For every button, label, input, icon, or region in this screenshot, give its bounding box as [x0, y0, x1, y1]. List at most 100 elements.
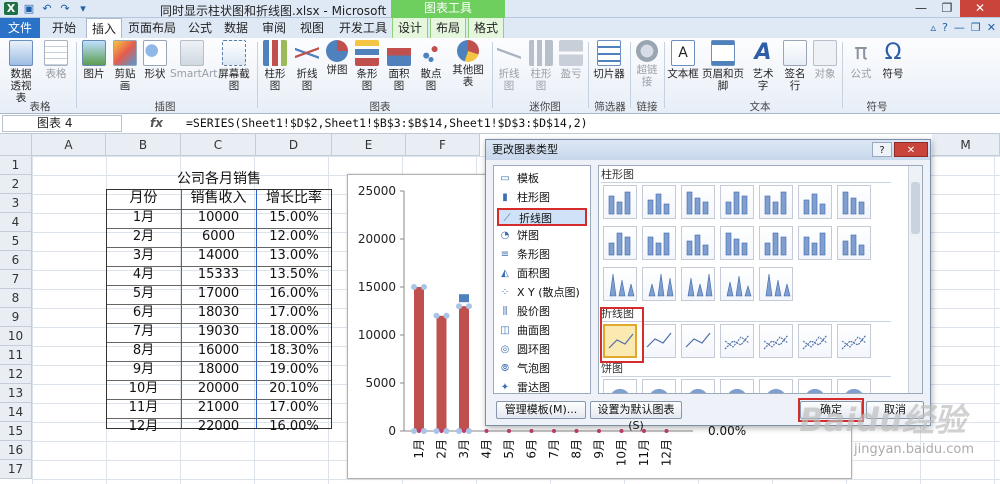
line-point[interactable]: [439, 429, 444, 433]
table-cell[interactable]: 16.00%: [256, 284, 332, 303]
header-footer-button[interactable]: 页眉和页脚: [700, 40, 746, 92]
row-header[interactable]: 10: [0, 327, 32, 346]
row-header[interactable]: 14: [0, 403, 32, 422]
table-cell[interactable]: 2月: [106, 227, 181, 246]
dialog-close-icon[interactable]: ✕: [894, 142, 928, 157]
object-button[interactable]: 对象: [812, 40, 838, 80]
bar-handle[interactable]: [411, 284, 417, 290]
line-subtype-thumbnail[interactable]: [837, 324, 871, 358]
bar-handle[interactable]: [466, 428, 472, 434]
smartart-button[interactable]: SmartArt: [170, 40, 217, 80]
table-cell[interactable]: 18.00%: [256, 322, 332, 341]
set-default-chart-button[interactable]: 设置为默认图表(S): [590, 401, 682, 432]
table-cell[interactable]: 10000: [181, 208, 256, 227]
pie-subtype-thumbnail[interactable]: [603, 379, 637, 393]
table-cell[interactable]: 12.00%: [256, 227, 332, 246]
area-chart-button[interactable]: 面积图: [384, 40, 414, 92]
table-cell[interactable]: 3月: [106, 246, 181, 265]
chart-subtype-thumbnail[interactable]: [603, 185, 637, 219]
bar-handle[interactable]: [433, 428, 440, 434]
chart-category-stock[interactable]: ⫼ 股价图: [497, 303, 587, 321]
table-cell[interactable]: 9月: [106, 360, 181, 379]
row-header[interactable]: 8: [0, 289, 32, 308]
column-header[interactable]: F: [406, 134, 480, 156]
chart-category-doughnut[interactable]: ◎ 圆环图: [497, 341, 587, 359]
column-header[interactable]: E: [332, 134, 406, 156]
chart-category-radar[interactable]: ✦ 雷达图: [497, 379, 587, 397]
chart-category-folder[interactable]: ▭ 模板: [497, 170, 587, 188]
row-header[interactable]: 9: [0, 308, 32, 327]
chart-subtype-thumbnail[interactable]: [681, 226, 715, 260]
table-cell[interactable]: 1月: [106, 208, 181, 227]
tab-formulas[interactable]: 公式: [184, 18, 216, 38]
pie-subtype-thumbnail[interactable]: [681, 379, 715, 393]
line-subtype-thumbnail[interactable]: [798, 324, 832, 358]
chart-subtype-thumbnail[interactable]: [642, 267, 676, 301]
fx-icon[interactable]: fx: [150, 116, 163, 130]
row-header[interactable]: 17: [0, 460, 32, 479]
hyperlink-button[interactable]: 超链接: [632, 40, 662, 88]
gallery-scrollbar-thumb[interactable]: [911, 182, 920, 234]
symbol-button[interactable]: Ω 符号: [878, 40, 908, 80]
table-cell[interactable]: 16.00%: [256, 417, 332, 436]
table-header-cell[interactable]: 增长比率: [256, 189, 332, 208]
tab-developer[interactable]: 开发工具: [336, 18, 390, 38]
pivot-table-button[interactable]: 数据 透视表: [6, 40, 36, 104]
table-cell[interactable]: 16000: [181, 341, 256, 360]
table-cell[interactable]: 20.10%: [256, 379, 332, 398]
line-series-marker[interactable]: [459, 294, 469, 303]
chart-subtype-thumbnail[interactable]: [681, 185, 715, 219]
table-cell[interactable]: 17.00%: [256, 398, 332, 417]
slicer-button[interactable]: 切片器: [590, 40, 628, 80]
table-cell[interactable]: 15.00%: [256, 208, 332, 227]
table-title[interactable]: 公司各月销售: [158, 170, 280, 189]
select-all-corner[interactable]: [0, 134, 32, 156]
table-cell[interactable]: 10月: [106, 379, 181, 398]
workbook-restore-icon[interactable]: ❐: [971, 21, 981, 34]
pie-subtype-thumbnail[interactable]: [642, 379, 676, 393]
line-point[interactable]: [574, 429, 579, 433]
tab-home[interactable]: 开始: [44, 18, 84, 38]
screenshot-button[interactable]: 屏幕截图: [214, 40, 254, 92]
undo-icon[interactable]: ↶: [40, 2, 54, 15]
bar-handle[interactable]: [421, 428, 427, 434]
table-cell[interactable]: 13.00%: [256, 246, 332, 265]
table-cell[interactable]: 21000: [181, 398, 256, 417]
equation-button[interactable]: π 公式: [846, 40, 876, 80]
table-cell[interactable]: 6000: [181, 227, 256, 246]
chart-subtype-thumbnail[interactable]: [603, 226, 637, 260]
sparkline-column-button[interactable]: 柱形图: [526, 40, 556, 92]
chart-subtype-thumbnail[interactable]: [837, 226, 871, 260]
sparkline-winloss-button[interactable]: 盈亏: [558, 40, 584, 80]
table-cell[interactable]: 7月: [106, 322, 181, 341]
line-subtype-thumbnail[interactable]: [759, 324, 793, 358]
line-subtype-thumbnail[interactable]: [720, 324, 754, 358]
chart-category-area[interactable]: ◭ 面积图: [497, 265, 587, 283]
tab-design[interactable]: 设计: [392, 18, 428, 38]
line-chart-button[interactable]: 折线图: [292, 40, 322, 92]
chart-subtype-thumbnail[interactable]: [642, 226, 676, 260]
chart-bar[interactable]: [414, 287, 424, 431]
table-cell[interactable]: 4月: [106, 265, 181, 284]
table-cell[interactable]: 17.00%: [256, 303, 332, 322]
row-header[interactable]: 15: [0, 422, 32, 441]
bar-handle[interactable]: [456, 303, 462, 310]
table-cell[interactable]: 18030: [181, 303, 256, 322]
tab-page-layout[interactable]: 页面布局: [124, 18, 180, 38]
chart-subtype-thumbnail[interactable]: [603, 267, 637, 301]
chart-bar[interactable]: [436, 315, 447, 431]
chart-category-bar[interactable]: ≡ 条形图: [497, 246, 587, 264]
table-cell[interactable]: 13.50%: [256, 265, 332, 284]
picture-button[interactable]: 图片: [80, 40, 108, 80]
chart-category-surface[interactable]: ◫ 曲面图: [497, 322, 587, 340]
sparkline-line-button[interactable]: 折线图: [494, 40, 524, 92]
bar-handle[interactable]: [466, 303, 472, 310]
table-cell[interactable]: 5月: [106, 284, 181, 303]
table-cell[interactable]: 18000: [181, 360, 256, 379]
table-cell[interactable]: 11月: [106, 398, 181, 417]
line-point[interactable]: [664, 429, 669, 433]
line-subtype-thumbnail[interactable]: [642, 324, 676, 358]
chart-subtype-thumbnail[interactable]: [798, 185, 832, 219]
chart-subtype-thumbnail[interactable]: [798, 226, 832, 260]
line-point[interactable]: [507, 429, 511, 433]
